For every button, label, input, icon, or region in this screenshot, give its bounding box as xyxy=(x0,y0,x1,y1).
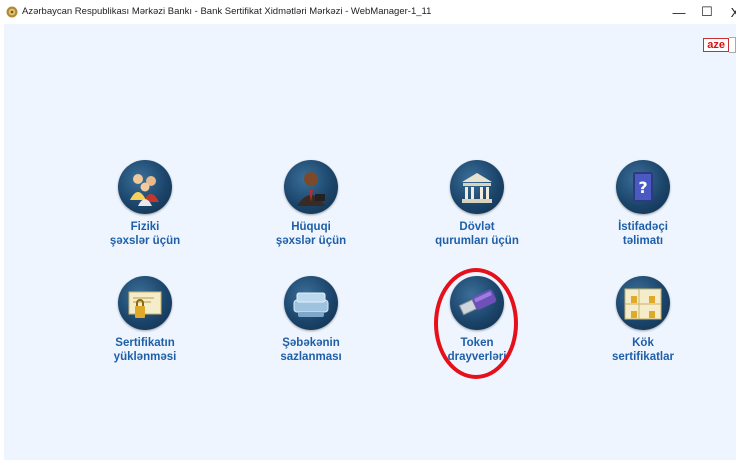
tile-root-certificates[interactable]: Kök sertifikatlar xyxy=(578,276,708,364)
root-certificates-icon[interactable] xyxy=(616,276,670,330)
tile-label-line1: Sertifikatın xyxy=(115,337,175,349)
tile-label-line2: təlimatı xyxy=(622,235,664,247)
tile-label-line2: drayverləri xyxy=(447,351,507,363)
government-building-icon[interactable] xyxy=(450,160,504,214)
language-selector[interactable]: aze xyxy=(703,37,736,53)
tile-label-line1: İstifadəçi xyxy=(618,221,668,233)
tile-label-line1: Dövlət xyxy=(459,221,495,233)
tile-label-line2: şəxslər üçün xyxy=(109,235,181,247)
language-value[interactable]: aze xyxy=(703,38,729,52)
tile-label-line2: şəxslər üçün xyxy=(275,235,347,247)
network-settings-icon[interactable] xyxy=(284,276,338,330)
certificate-download-icon[interactable] xyxy=(118,276,172,330)
window-title: Azərbaycan Respublikası Mərkəzi Bankı - … xyxy=(22,6,432,17)
tile-user-manual[interactable]: ? İstifadəçi təlimatı xyxy=(578,160,708,248)
language-dropdown-icon[interactable] xyxy=(729,37,736,53)
tile-token-drivers[interactable]: Token drayverləri xyxy=(412,276,542,364)
minimize-button[interactable]: — xyxy=(664,2,694,22)
tile-label-line1: Şəbəkənin xyxy=(282,337,340,349)
legal-entity-icon[interactable] xyxy=(284,160,338,214)
tile-label-line2: sazlanması xyxy=(280,351,342,363)
tile-network-settings[interactable]: Şəbəkənin sazlanması xyxy=(246,276,376,364)
tile-label-line1: Token xyxy=(460,337,494,349)
svg-text:?: ? xyxy=(638,178,647,197)
user-manual-icon[interactable]: ? xyxy=(616,160,670,214)
app-icon xyxy=(6,6,18,18)
tile-label-line2: sertifikatlar xyxy=(611,351,674,363)
tile-label-line1: Kök xyxy=(632,337,654,349)
tile-label-line1: Hüquqi xyxy=(291,221,331,233)
tile-individuals[interactable]: Fiziki şəxslər üçün xyxy=(80,160,210,248)
tile-government[interactable]: Dövlət qurumları üçün xyxy=(412,160,542,248)
tile-legal-entities[interactable]: Hüquqi şəxslər üçün xyxy=(246,160,376,248)
close-button[interactable]: X xyxy=(720,2,736,22)
tile-label-line2: yüklənməsi xyxy=(113,351,177,363)
title-bar: Azərbaycan Respublikası Mərkəzi Bankı - … xyxy=(0,0,736,24)
individuals-icon[interactable] xyxy=(118,160,172,214)
tile-certificate-download[interactable]: Sertifikatın yüklənməsi xyxy=(80,276,210,364)
usb-token-icon[interactable] xyxy=(450,276,504,330)
maximize-button[interactable]: ☐ xyxy=(692,2,722,22)
tile-label-line1: Fiziki xyxy=(130,221,160,233)
tile-label-line2: qurumları üçün xyxy=(435,235,519,247)
